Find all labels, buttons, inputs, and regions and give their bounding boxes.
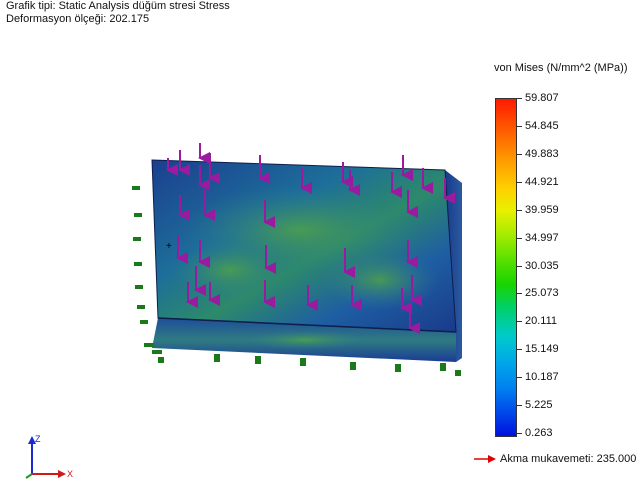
stress-colorbar [495, 98, 517, 437]
colorbar-tick-label: 25.073 [525, 287, 559, 300]
colorbar-tick-label: 49.883 [525, 147, 559, 160]
colorbar-tick [516, 237, 522, 239]
svg-text:+: + [166, 241, 172, 252]
colorbar-tick [516, 433, 522, 434]
z-axis-label: Z [35, 434, 41, 444]
colorbar-tick-label: 54.845 [525, 119, 559, 132]
colorbar-tick-label: 30.035 [525, 259, 559, 272]
axis-triad[interactable]: Z X [20, 430, 80, 482]
y-axis-icon [25, 473, 33, 479]
colorbar-tick-label: 20.111 [525, 315, 558, 328]
colorbar-tick-label: 44.921 [525, 175, 559, 188]
colorbar-tick-label: 59.807 [525, 92, 559, 104]
legend-title: von Mises (N/mm^2 (MPa)) [494, 62, 628, 74]
colorbar-tick [516, 181, 522, 183]
graphics-viewport[interactable]: Grafik tipi: Static Analysis düğüm stres… [0, 0, 637, 485]
colorbar-tick-label: 39.959 [525, 203, 559, 216]
colorbar-tick [516, 153, 522, 155]
colorbar-tick-label: 34.997 [525, 231, 559, 244]
yield-arrow-icon [474, 455, 496, 463]
colorbar-tick-label: 15.149 [525, 343, 559, 356]
colorbar-tick-label: 10.187 [525, 371, 559, 384]
colorbar-tick-label: 5.225 [525, 399, 553, 412]
colorbar-tick [516, 98, 522, 99]
x-axis-label: X [67, 469, 73, 479]
colorbar-tick [516, 293, 522, 295]
colorbar-tick [516, 349, 522, 351]
colorbar-tick-label: 0.263 [525, 427, 553, 439]
colorbar-tick [516, 321, 522, 323]
colorbar-tick [516, 265, 522, 267]
colorbar-tick [516, 125, 522, 127]
colorbar-tick [516, 209, 522, 211]
yield-strength-label: Akma mukavemeti: 235.000 [500, 453, 637, 465]
yield-strength-indicator: Akma mukavemeti: 235.000 [474, 453, 636, 465]
colorbar-tick [516, 405, 522, 407]
colorbar-tick [516, 377, 522, 379]
